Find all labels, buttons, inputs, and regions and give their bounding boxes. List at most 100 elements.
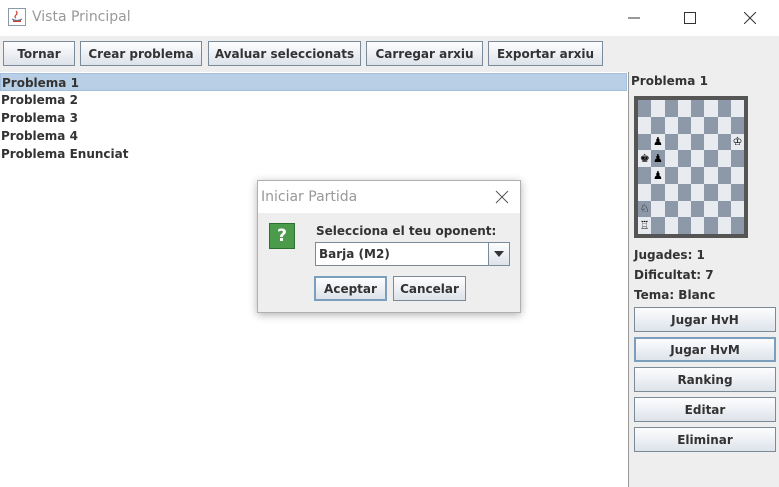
window-title: Vista Principal bbox=[32, 9, 131, 25]
question-icon: ? bbox=[269, 223, 295, 249]
white-rook-icon: ♖ bbox=[639, 219, 650, 233]
board-square bbox=[677, 167, 691, 184]
board-square bbox=[638, 183, 652, 201]
list-item[interactable]: Problema 3 bbox=[0, 109, 627, 127]
white-king-icon: ♔ bbox=[732, 135, 743, 149]
board-square: ♟ bbox=[651, 133, 665, 151]
black-pawn-icon: ♟ bbox=[652, 152, 663, 166]
board-square bbox=[664, 133, 678, 151]
board-square bbox=[677, 200, 691, 218]
back-button[interactable]: Tornar bbox=[3, 41, 75, 66]
board-square bbox=[664, 217, 678, 234]
board-square bbox=[704, 133, 718, 151]
board-square bbox=[704, 100, 718, 117]
black-king-icon: ♚ bbox=[639, 152, 650, 166]
board-square bbox=[717, 100, 731, 117]
opponent-label: Selecciona el teu oponent: bbox=[316, 224, 497, 238]
board-square bbox=[691, 150, 705, 167]
white-knight-icon: ♘ bbox=[639, 202, 650, 216]
board-square bbox=[730, 200, 744, 218]
board-square bbox=[704, 167, 718, 184]
play-hvh-button[interactable]: Jugar HvH bbox=[634, 307, 776, 332]
board-square bbox=[664, 150, 678, 167]
ranking-button[interactable]: Ranking bbox=[634, 367, 776, 392]
list-item[interactable]: Problema Enunciat bbox=[0, 145, 627, 163]
list-item[interactable]: Problema 2 bbox=[0, 91, 627, 109]
java-app-icon bbox=[8, 8, 26, 26]
board-square bbox=[638, 133, 652, 151]
board-square bbox=[704, 200, 718, 218]
board-square bbox=[638, 100, 652, 117]
board-square bbox=[677, 100, 691, 117]
board-square bbox=[704, 116, 718, 134]
create-problem-button[interactable]: Crear problema bbox=[80, 41, 202, 66]
edit-button[interactable]: Editar bbox=[634, 397, 776, 422]
board-square bbox=[691, 183, 705, 201]
board-square bbox=[664, 200, 678, 218]
black-pawn-icon: ♟ bbox=[652, 135, 663, 149]
board-square: ♟ bbox=[651, 150, 665, 167]
board-square: ♚ bbox=[638, 150, 652, 167]
board-square bbox=[664, 183, 678, 201]
board-square: ♟ bbox=[651, 167, 665, 184]
board-square bbox=[717, 116, 731, 134]
close-icon[interactable] bbox=[494, 189, 510, 205]
difficulty-label: Dificultat: 7 bbox=[634, 268, 714, 282]
board-square bbox=[717, 150, 731, 167]
board-square bbox=[691, 200, 705, 218]
board-square bbox=[730, 183, 744, 201]
problem-details-panel: Problema 1 ♟ ♔ ♚ ♟ ♟ ♘ ♖ Jugades: 1 Dificultat… bbox=[629, 72, 779, 487]
close-icon bbox=[744, 12, 756, 24]
board-square bbox=[691, 217, 705, 234]
opponent-select[interactable]: Barja (M2) bbox=[315, 242, 510, 266]
board-square bbox=[664, 116, 678, 134]
board-square bbox=[730, 100, 744, 117]
load-file-button[interactable]: Carregar arxiu bbox=[366, 41, 483, 66]
list-item[interactable]: Problema 4 bbox=[0, 127, 627, 145]
chevron-down-icon bbox=[494, 251, 504, 257]
board-square bbox=[677, 183, 691, 201]
board-square bbox=[691, 133, 705, 151]
maximize-button[interactable] bbox=[662, 0, 718, 36]
board-square bbox=[730, 150, 744, 167]
board-square bbox=[651, 183, 665, 201]
minimize-button[interactable] bbox=[606, 0, 662, 36]
dropdown-arrow-button[interactable] bbox=[488, 243, 509, 265]
board-square bbox=[730, 116, 744, 134]
board-square bbox=[691, 167, 705, 184]
board-square bbox=[717, 217, 731, 234]
board-square bbox=[677, 217, 691, 234]
board-square bbox=[730, 217, 744, 234]
board-square bbox=[651, 217, 665, 234]
board-square bbox=[638, 116, 652, 134]
board-square bbox=[691, 100, 705, 117]
board-square bbox=[638, 167, 652, 184]
close-button[interactable] bbox=[722, 0, 778, 36]
board-square bbox=[677, 133, 691, 151]
toolbar: Tornar Crear problema Avaluar selecciona… bbox=[0, 36, 779, 72]
play-hvm-button[interactable]: Jugar HvM bbox=[634, 337, 776, 362]
problem-heading: Problema 1 bbox=[631, 74, 708, 88]
accept-button[interactable]: Aceptar bbox=[314, 276, 387, 301]
board-square bbox=[664, 100, 678, 117]
delete-button[interactable]: Eliminar bbox=[634, 427, 776, 452]
theme-label: Tema: Blanc bbox=[634, 288, 716, 302]
board-square bbox=[717, 200, 731, 218]
title-bar: Vista Principal bbox=[0, 0, 779, 36]
maximize-icon bbox=[684, 12, 696, 24]
dialog-title-bar: Iniciar Partida bbox=[258, 181, 520, 213]
board-square bbox=[664, 167, 678, 184]
board-square bbox=[651, 116, 665, 134]
moves-label: Jugades: 1 bbox=[634, 248, 705, 262]
opponent-select-value: Barja (M2) bbox=[319, 247, 390, 261]
cancel-button[interactable]: Cancelar bbox=[393, 276, 466, 301]
board-square bbox=[691, 116, 705, 134]
export-file-button[interactable]: Exportar arxiu bbox=[488, 41, 603, 66]
board-square bbox=[717, 183, 731, 201]
chess-board: ♟ ♔ ♚ ♟ ♟ ♘ ♖ bbox=[638, 100, 744, 234]
evaluate-selected-button[interactable]: Avaluar seleccionats bbox=[208, 41, 361, 66]
chess-board-preview: ♟ ♔ ♚ ♟ ♟ ♘ ♖ bbox=[634, 96, 748, 238]
board-square bbox=[704, 150, 718, 167]
dialog-title: Iniciar Partida bbox=[261, 189, 358, 205]
list-item[interactable]: Problema 1 bbox=[0, 73, 627, 91]
